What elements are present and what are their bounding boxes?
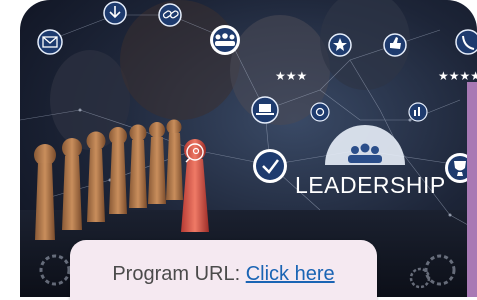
group-icon	[210, 25, 240, 55]
laptop-icon	[251, 96, 279, 124]
download-icon	[103, 1, 127, 25]
check-icon	[253, 149, 287, 183]
link-icon	[158, 3, 182, 27]
program-url-text: Program URL: Click here	[112, 263, 334, 286]
mail-icon	[37, 29, 63, 55]
thumbs-up-icon	[383, 33, 407, 57]
program-url-box: Program URL: Click here	[70, 240, 377, 300]
svg-text:★★★★: ★★★★	[438, 69, 477, 83]
chart-icon	[408, 102, 428, 122]
program-url-label: Program URL:	[112, 262, 246, 285]
svg-text:★★★: ★★★	[275, 69, 307, 83]
leadership-caption: LEADERSHIP	[295, 172, 446, 198]
program-url-link[interactable]: Click here	[246, 263, 335, 285]
phone-icon	[455, 29, 477, 55]
settings-icon	[310, 102, 330, 122]
star-icon	[328, 33, 352, 57]
accent-panel	[467, 82, 477, 297]
